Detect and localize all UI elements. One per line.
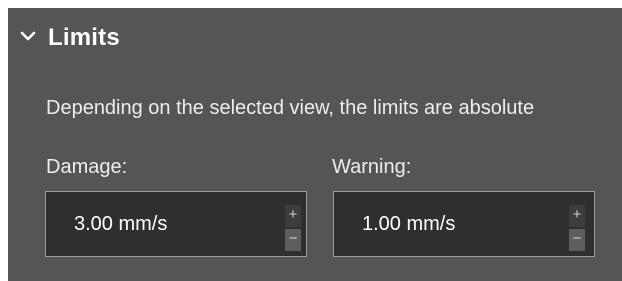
damage-decrement-button[interactable]: −	[285, 229, 301, 251]
damage-value[interactable]: 3.00 mm/s	[74, 212, 167, 236]
limits-description: Depending on the selected view, the limi…	[46, 97, 535, 119]
warning-decrement-button[interactable]: −	[569, 229, 585, 251]
warning-label: Warning:	[332, 156, 412, 178]
limits-section-header[interactable]: Limits	[8, 22, 622, 58]
warning-input[interactable]: 1.00 mm/s + −	[333, 191, 595, 257]
section-title: Limits	[48, 24, 120, 51]
damage-increment-button[interactable]: +	[285, 205, 301, 227]
warning-increment-button[interactable]: +	[569, 205, 585, 227]
damage-label: Damage:	[46, 156, 128, 178]
damage-input[interactable]: 3.00 mm/s + −	[45, 191, 307, 257]
chevron-down-icon[interactable]	[19, 27, 37, 45]
limits-panel: Limits Depending on the selected view, t…	[8, 8, 622, 281]
warning-value[interactable]: 1.00 mm/s	[362, 212, 455, 236]
